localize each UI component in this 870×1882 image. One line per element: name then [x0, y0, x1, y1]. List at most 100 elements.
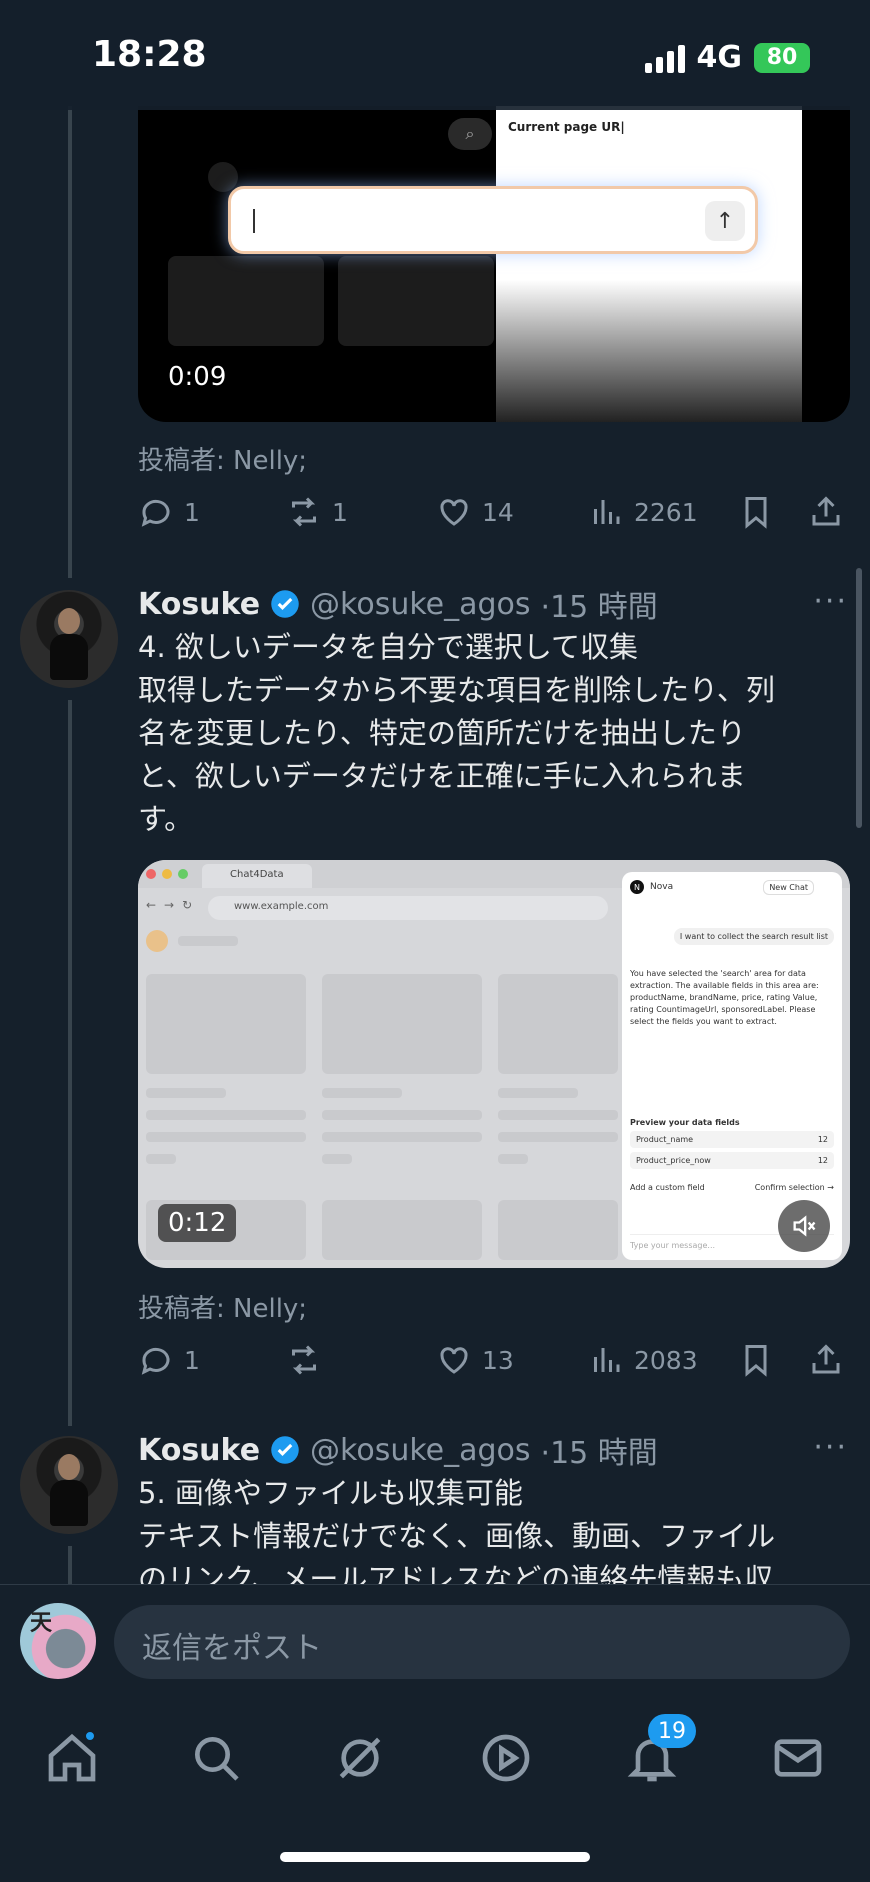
author-name[interactable]: Kosuke: [138, 1433, 260, 1468]
views-icon: [594, 500, 620, 524]
share-button[interactable]: [808, 1342, 844, 1378]
reply-input[interactable]: 返信をポスト: [114, 1605, 850, 1679]
bookmark-icon: [745, 1345, 767, 1377]
reply-bar: 返信をポスト: [0, 1584, 870, 1694]
tweet1-video[interactable]: ⌕ Current page UR| ↑ 0:09: [138, 106, 850, 422]
retweet-count: 1: [332, 497, 348, 527]
views-button[interactable]: 2083: [588, 1342, 698, 1378]
notifications-badge: 19: [648, 1714, 696, 1748]
nav-home[interactable]: [44, 1730, 100, 1786]
text-line: と、欲しいデータだけを正確に手に入れられま: [138, 759, 746, 793]
tweet3-text: 5. 画像やファイルも収集可能 テキスト情報だけでなく、画像、動画、ファイル の…: [138, 1472, 838, 1584]
post-time: ·15 時間: [540, 590, 658, 625]
heart-icon: [440, 499, 468, 526]
arrow-up-icon: ↑: [705, 201, 745, 241]
field-name: Product_name: [636, 1135, 694, 1144]
more-options-icon[interactable]: ···: [813, 584, 848, 619]
field-name: Product_price_now: [636, 1156, 711, 1165]
views-count: 2083: [634, 1345, 698, 1375]
text-line: のリンク、メールアドレスなどの連絡先情報も収: [138, 1562, 774, 1584]
thread-line: [68, 106, 72, 578]
verified-badge-icon: [271, 590, 299, 618]
text-line: 4. 欲しいデータを自分で選択して収集: [138, 630, 639, 664]
home-indicator: [280, 1852, 590, 1862]
share-icon: [812, 1344, 840, 1374]
field-row: Product_name 12: [630, 1131, 834, 1148]
avatar[interactable]: [20, 1436, 118, 1534]
verified-badge-icon: [271, 1436, 299, 1464]
views-icon: [594, 1348, 620, 1372]
video-time: 0:12: [158, 1204, 237, 1242]
text-line: す。: [138, 802, 194, 836]
network-label: 4G: [696, 40, 743, 75]
status-bar: 18:28 4G 80: [0, 0, 870, 110]
nova-logo-icon: N: [630, 880, 644, 894]
nav-grok[interactable]: [332, 1730, 388, 1786]
browser-url: www.example.com: [208, 896, 608, 920]
thread-line: [68, 1546, 72, 1586]
tweet2-actions: 1 13 2083: [138, 1338, 850, 1384]
retweet-button[interactable]: [286, 1342, 332, 1378]
nav-notifications[interactable]: 19: [624, 1714, 696, 1786]
retweet-icon: [292, 497, 316, 527]
new-chat-button: New Chat: [763, 880, 814, 895]
video-time: 0:09: [168, 362, 227, 392]
views-button[interactable]: 2261: [588, 494, 698, 530]
share-icon: [812, 496, 840, 526]
tweet2-video[interactable]: Chat4Data ←→↻ www.example.com N Nova New…: [138, 860, 850, 1268]
author-handle[interactable]: @kosuke_agos: [310, 587, 530, 622]
like-button[interactable]: 14: [436, 494, 514, 530]
grok-icon: [339, 1737, 381, 1779]
text-line: テキスト情報だけでなく、画像、動画、ファイル: [138, 1519, 776, 1553]
tweet1-actions: 1 1 14 2261: [138, 490, 850, 536]
share-button[interactable]: [808, 494, 844, 530]
thread-line: [68, 700, 72, 1426]
reply-button[interactable]: 1: [138, 494, 200, 530]
battery-icon: 80: [754, 42, 810, 73]
mail-icon: [774, 1739, 822, 1777]
avatar[interactable]: [20, 590, 118, 688]
video-side-panel: Current page UR|: [496, 106, 802, 422]
preview-section: Preview your data fields Product_name 12 …: [630, 1118, 834, 1192]
search-icon: [195, 1737, 239, 1781]
reply-count: 1: [184, 497, 200, 527]
bookmark-button[interactable]: [738, 494, 774, 530]
reply-count: 1: [184, 1345, 200, 1375]
like-count: 13: [482, 1345, 514, 1375]
current-page-label: Current page UR|: [508, 120, 625, 134]
signal-icon: [644, 43, 685, 73]
speaker-muted-icon: [793, 1215, 816, 1237]
author-name[interactable]: Kosuke: [138, 587, 260, 622]
text-line: 取得したデータから不要な項目を削除したり、列: [138, 673, 775, 707]
reply-button[interactable]: 1: [138, 1342, 200, 1378]
mute-button[interactable]: [778, 1200, 830, 1252]
like-count: 14: [482, 497, 514, 527]
like-button[interactable]: 13: [436, 1342, 514, 1378]
battery-level: 80: [766, 45, 798, 70]
play-icon: [482, 1734, 530, 1782]
nav-messages[interactable]: [770, 1730, 826, 1786]
text-line: 5. 画像やファイルも収集可能: [138, 1476, 523, 1510]
more-options-icon[interactable]: ···: [813, 1430, 848, 1465]
tweet2-header: Kosuke @kosuke_agos ·15 時間: [138, 582, 658, 626]
field-count: 12: [817, 1135, 828, 1144]
status-time: 18:28: [92, 34, 207, 75]
text-line: 名を変更したり、特定の箇所だけを抽出したり: [138, 716, 746, 750]
add-field-button: Add a custom field: [630, 1183, 705, 1192]
user-avatar[interactable]: [20, 1603, 96, 1679]
nav-video[interactable]: [478, 1730, 534, 1786]
post-time: ·15 時間: [540, 1436, 658, 1471]
retweet-button[interactable]: 1: [286, 494, 348, 530]
browser-nav-icons: ←→↻: [146, 898, 201, 912]
panel-brand: Nova: [650, 882, 674, 892]
scrollbar[interactable]: [856, 568, 862, 828]
user-message: I want to collect the search result list: [673, 928, 834, 945]
panel-header: N Nova: [630, 880, 673, 894]
author-handle[interactable]: @kosuke_agos: [310, 1433, 530, 1468]
views-count: 2261: [634, 497, 698, 527]
tweet2-text: 4. 欲しいデータを自分で選択して収集 取得したデータから不要な項目を削除したり…: [138, 626, 838, 841]
search-icon: ⌕: [448, 118, 492, 150]
nav-search[interactable]: [188, 1730, 244, 1786]
heart-icon: [440, 1347, 468, 1374]
bookmark-button[interactable]: [738, 1342, 774, 1378]
